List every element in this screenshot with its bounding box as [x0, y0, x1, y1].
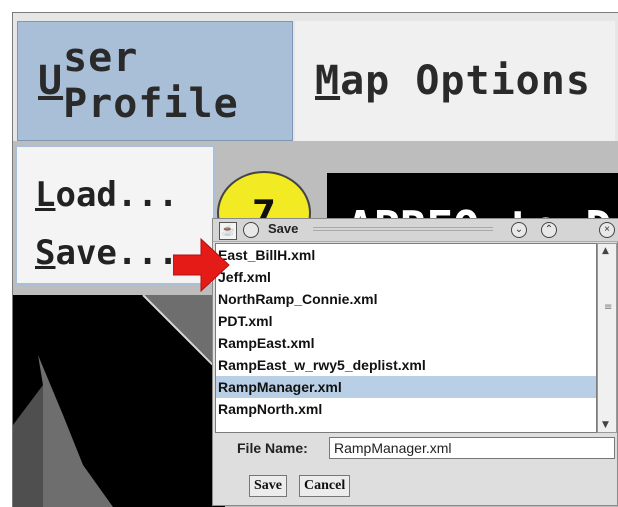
save-button[interactable]: Save — [249, 475, 287, 497]
menu-map-options[interactable]: Map Options — [295, 21, 615, 141]
file-list-item[interactable]: RampEast.xml — [216, 332, 596, 354]
menu-label: ap Options — [340, 58, 591, 104]
title-grip — [313, 227, 493, 233]
file-list-item[interactable]: Jeff.xml — [216, 266, 596, 288]
close-icon[interactable]: × — [599, 222, 615, 238]
list-scrollbar[interactable]: ▲ ≡ ▼ — [597, 243, 617, 433]
map-view[interactable] — [13, 295, 225, 507]
mnemonic: M — [315, 58, 341, 104]
chevron-down-icon[interactable]: ⌄ — [511, 222, 527, 238]
file-list-item[interactable]: RampEast_w_rwy5_deplist.xml — [216, 354, 596, 376]
circle-minimize-icon[interactable] — [243, 222, 259, 238]
file-list-item[interactable]: PDT.xml — [216, 310, 596, 332]
menu-item-save[interactable]: Save... — [35, 233, 178, 273]
dialog-title-bar[interactable]: ☕ Save ⌄ ⌃ × — [213, 219, 618, 242]
cancel-button[interactable]: Cancel — [299, 475, 351, 497]
mnemonic: S — [35, 233, 56, 273]
menu-label: ser Profile — [63, 35, 239, 127]
dialog-title: Save — [268, 221, 299, 236]
red-pointer-arrow-icon — [172, 235, 233, 299]
save-dialog: ☕ Save ⌄ ⌃ × East_BillH.xml Jeff.xml North… — [212, 218, 618, 506]
file-list-item[interactable]: RampNorth.xml — [216, 398, 596, 420]
menu-item-load[interactable]: Load... — [35, 175, 178, 215]
scroll-thumb-grip-icon[interactable]: ≡ — [604, 302, 612, 313]
menu-item-label: ave... — [55, 233, 179, 273]
chevron-up-icon[interactable]: ⌃ — [541, 222, 557, 238]
file-list-item[interactable]: RampManager.xml — [216, 376, 596, 398]
file-list-item[interactable]: NorthRamp_Connie.xml — [216, 288, 596, 310]
scroll-down-arrow-icon[interactable]: ▼ — [602, 420, 609, 430]
menu-user-profile[interactable]: User Profile — [17, 21, 293, 141]
menu-bar: User Profile Map Options — [13, 13, 618, 141]
mnemonic: L — [35, 175, 56, 215]
map-road-segment — [13, 385, 43, 507]
map-graphic — [13, 295, 225, 507]
menu-item-label: oad... — [55, 175, 179, 215]
file-name-label: File Name: — [237, 440, 308, 456]
scroll-up-arrow-icon[interactable]: ▲ — [602, 246, 609, 256]
file-name-input[interactable]: RampManager.xml — [329, 437, 615, 459]
mnemonic: U — [38, 58, 64, 104]
file-list[interactable]: East_BillH.xml Jeff.xml NorthRamp_Connie.x… — [215, 243, 597, 433]
file-list-item[interactable]: East_BillH.xml — [216, 244, 596, 266]
